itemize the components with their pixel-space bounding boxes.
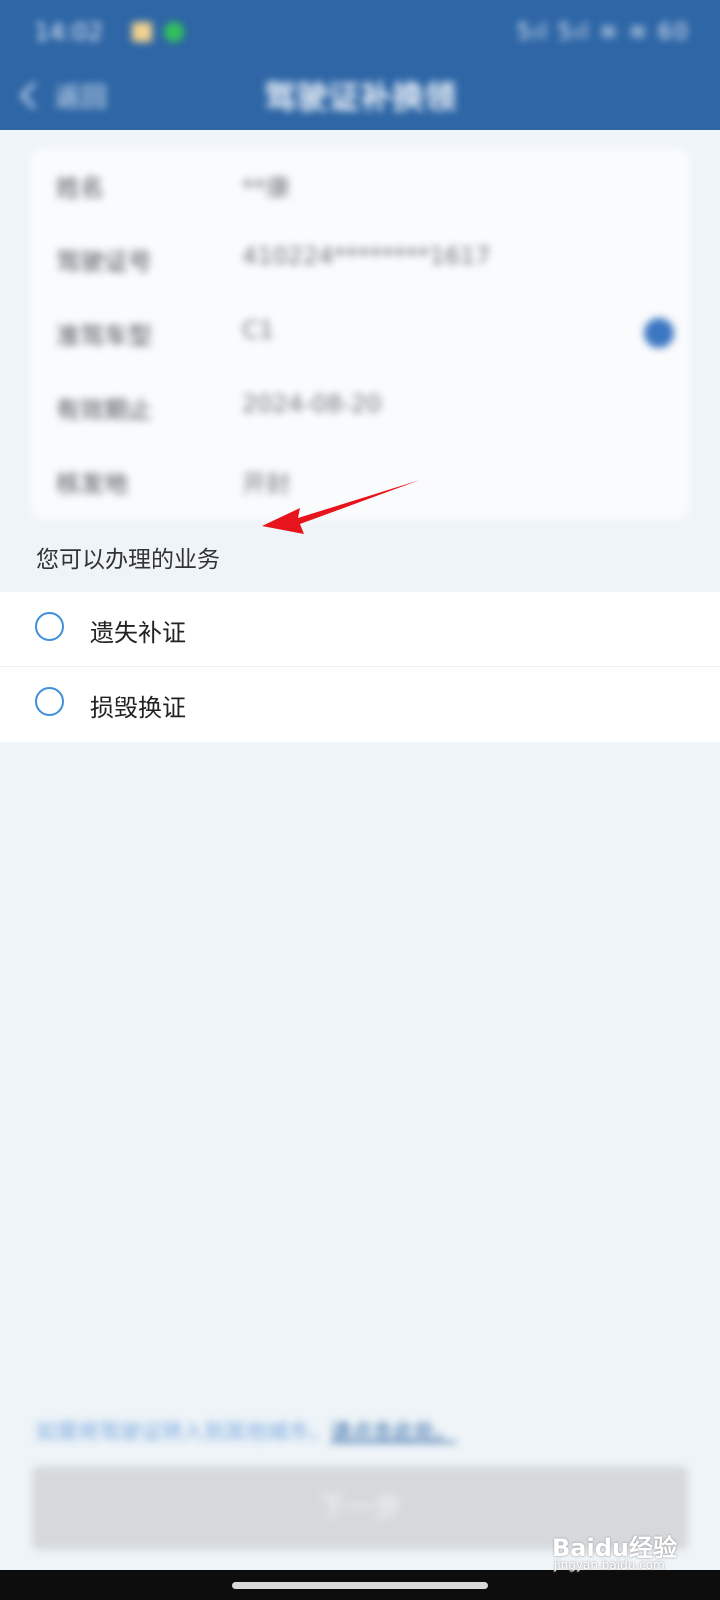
status-bar: 14:02 5ıl 5ıl ≋ ≋ 60 xyxy=(0,0,720,64)
info-label: 姓名 xyxy=(56,174,104,202)
info-row-expiry: 有效期止 2024-08-20 xyxy=(30,370,690,444)
info-label: 有效期止 xyxy=(56,396,152,424)
info-value: 2024-08-20 xyxy=(242,390,382,418)
question-circle-icon[interactable] xyxy=(644,318,674,348)
status-time: 14:02 xyxy=(34,18,104,46)
transfer-note: 如需将驾驶证转入到其他城市，请点击此处。 xyxy=(36,1416,456,1446)
info-value: 410224********1617 xyxy=(242,242,491,270)
page-title: 驾驶证补换领 xyxy=(263,78,456,116)
transfer-note-text: 如需将驾驶证转入到其他城市， xyxy=(36,1420,330,1444)
notification-icon xyxy=(132,22,152,42)
nav-bar: 返回 驾驶证补换领 xyxy=(0,64,720,130)
option-label: 损毁换证 xyxy=(90,694,186,722)
home-indicator[interactable] xyxy=(232,1582,488,1589)
app-status-icon xyxy=(164,22,184,42)
option-label: 遗失补证 xyxy=(90,619,186,647)
status-indicators: 5ıl 5ıl ≋ ≋ 60 xyxy=(516,20,690,45)
option-lost-replacement[interactable]: 遗失补证 xyxy=(0,592,720,666)
option-damaged-exchange[interactable]: 损毁换证 xyxy=(0,666,720,741)
radio-button[interactable] xyxy=(35,687,64,716)
red-arrow-annotation xyxy=(262,480,420,534)
info-value: **康 xyxy=(242,174,290,202)
info-value: C1 xyxy=(242,316,275,344)
header: 14:02 5ıl 5ıl ≋ ≋ 60 返回 驾驶证补换领 xyxy=(0,0,720,130)
info-label: 准驾车型 xyxy=(56,322,152,350)
radio-button[interactable] xyxy=(35,612,64,641)
section-title: 您可以办理的业务 xyxy=(36,547,220,573)
transfer-link[interactable]: 请点击此处。 xyxy=(330,1420,456,1444)
info-row-license-number: 驾驶证号 410224********1617 xyxy=(30,222,690,296)
info-row-name: 姓名 **康 xyxy=(30,148,690,222)
info-label: 驾驶证号 xyxy=(56,248,152,276)
info-row-vehicle-class: 准驾车型 C1 xyxy=(30,296,690,370)
business-option-list: 遗失补证 损毁换证 xyxy=(0,592,720,742)
info-label: 核发地 xyxy=(56,470,128,498)
watermark-url: jingyan.baidu.com xyxy=(554,1558,665,1572)
license-info-card: 姓名 **康 驾驶证号 410224********1617 准驾车型 C1 有… xyxy=(30,148,690,520)
